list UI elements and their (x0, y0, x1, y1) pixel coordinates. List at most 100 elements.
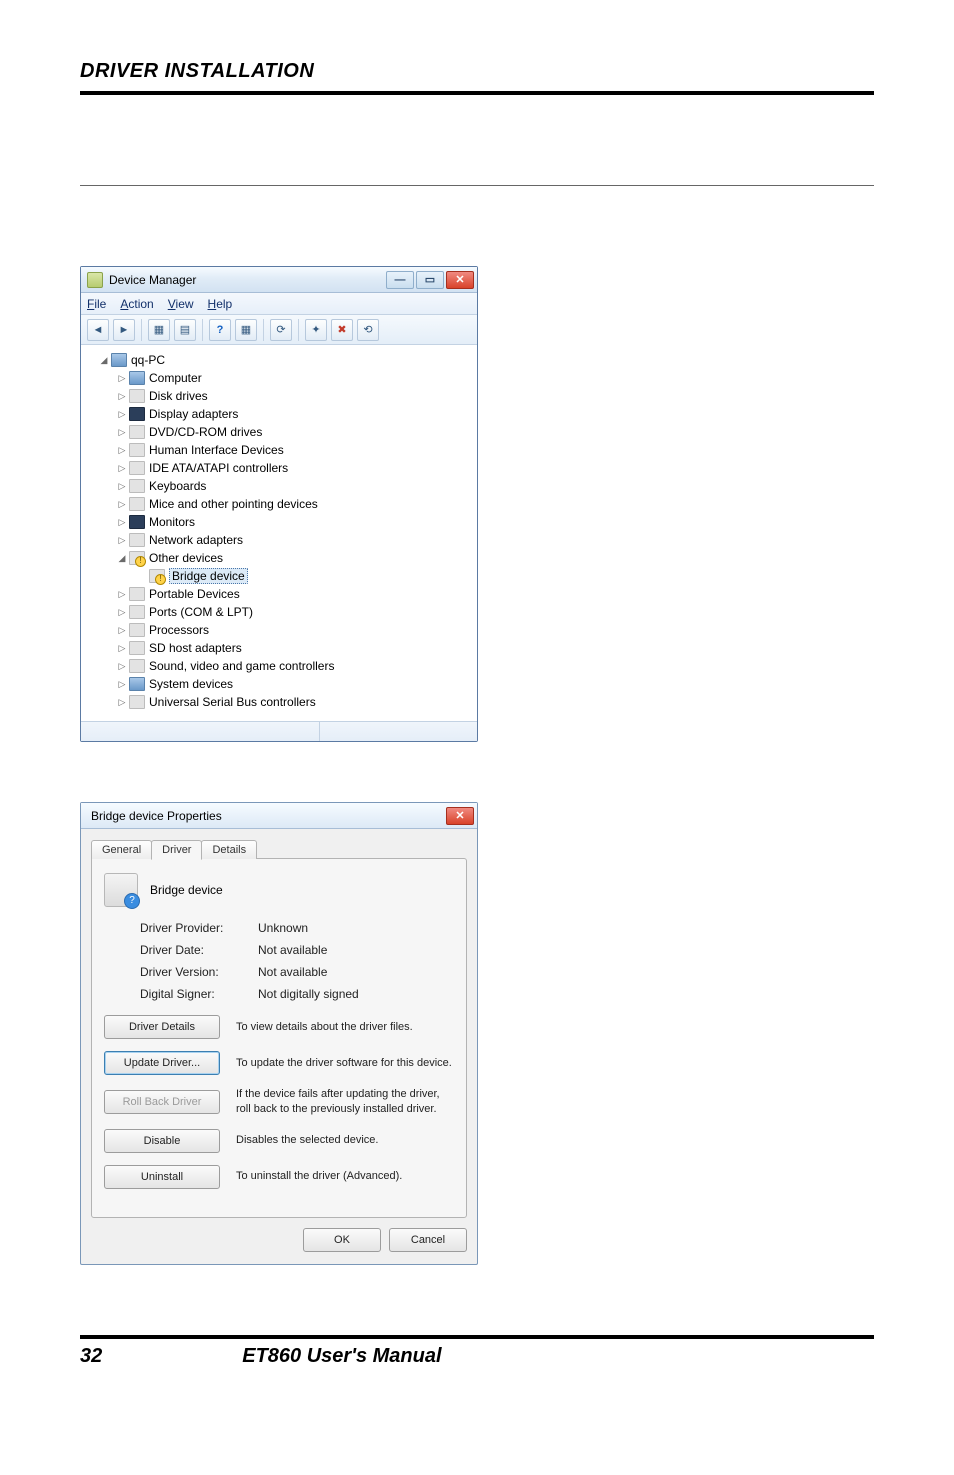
tab-general[interactable]: General (91, 840, 152, 859)
expand-icon[interactable]: ▷ (117, 679, 127, 690)
system-icon (129, 677, 145, 691)
header-rule (80, 91, 874, 95)
maximize-button[interactable]: ▭ (416, 271, 444, 289)
expand-icon[interactable]: ▷ (117, 409, 127, 420)
menu-view[interactable]: View (168, 297, 194, 311)
titlebar: Device Manager — ▭ ✕ (81, 267, 477, 293)
close-button[interactable]: ✕ (446, 271, 474, 289)
expand-icon[interactable]: ▷ (117, 445, 127, 456)
expand-icon[interactable]: ▷ (117, 391, 127, 402)
expand-icon[interactable]: ▷ (117, 373, 127, 384)
signer-label: Digital Signer: (140, 987, 258, 1001)
window-title: Device Manager (109, 273, 386, 287)
date-label: Driver Date: (140, 943, 258, 957)
tab-driver[interactable]: Driver (151, 840, 202, 860)
device-tree[interactable]: ◢ qq-PC ▷Computer ▷Disk drives ▷Display … (81, 345, 477, 721)
tree-node[interactable]: ▷Universal Serial Bus controllers (87, 693, 473, 711)
tree-node[interactable]: ▷IDE ATA/ATAPI controllers (87, 459, 473, 477)
tree-node[interactable]: ▷Portable Devices (87, 585, 473, 603)
expand-icon[interactable]: ▷ (117, 625, 127, 636)
tree-node[interactable]: ▷Sound, video and game controllers (87, 657, 473, 675)
close-button[interactable]: ✕ (446, 807, 474, 825)
hid-icon (129, 443, 145, 457)
disk-icon (129, 389, 145, 403)
expand-icon[interactable]: ▷ (117, 535, 127, 546)
version-label: Driver Version: (140, 965, 258, 979)
tree-node[interactable]: ▷Human Interface Devices (87, 441, 473, 459)
collapse-icon[interactable]: ◢ (117, 553, 127, 564)
tree-node[interactable]: ▷Computer (87, 369, 473, 387)
expand-icon[interactable]: ▷ (117, 607, 127, 618)
device-name: Bridge device (150, 883, 223, 897)
update-button[interactable]: ⟳ (270, 319, 292, 341)
uninstall-button[interactable]: ✦ (305, 319, 327, 341)
provider-label: Driver Provider: (140, 921, 258, 935)
toolbar-divider (141, 319, 142, 341)
processor-icon (129, 623, 145, 637)
show-hidden-button[interactable]: ▦ (148, 319, 170, 341)
tree-node[interactable]: ▷DVD/CD-ROM drives (87, 423, 473, 441)
menu-action[interactable]: Action (120, 297, 153, 311)
app-icon (87, 272, 103, 288)
uninstall-desc: To uninstall the driver (Advanced). (236, 1169, 454, 1184)
display-icon (129, 407, 145, 421)
page-header: DRIVER INSTALLATION (80, 60, 874, 83)
keyboard-icon (129, 479, 145, 493)
tree-node[interactable]: ▷Monitors (87, 513, 473, 531)
other-devices-icon (129, 551, 145, 565)
scan-hardware-button[interactable]: ⟲ (357, 319, 379, 341)
cancel-button[interactable]: Cancel (389, 1228, 467, 1252)
expand-icon[interactable]: ▷ (117, 661, 127, 672)
date-value: Not available (258, 943, 454, 957)
tree-root[interactable]: ◢ qq-PC (87, 351, 473, 369)
toolbar-divider (298, 319, 299, 341)
disable-button[interactable]: ✖ (331, 319, 353, 341)
forward-button[interactable]: ► (113, 319, 135, 341)
expand-icon[interactable]: ▷ (117, 463, 127, 474)
page-footer: 32 ET860 User's Manual (80, 1345, 874, 1368)
tree-node[interactable]: ▷SD host adapters (87, 639, 473, 657)
driver-details-button[interactable]: Driver Details (104, 1015, 220, 1039)
properties-button[interactable]: ▤ (174, 319, 196, 341)
toolbar: ◄ ► ▦ ▤ ? ▦ ⟳ ✦ ✖ ⟲ (81, 315, 477, 345)
back-button[interactable]: ◄ (87, 319, 109, 341)
disable-desc: Disables the selected device. (236, 1133, 454, 1148)
menu-help[interactable]: Help (208, 297, 233, 311)
menu-file[interactable]: File (87, 297, 106, 311)
expand-icon[interactable]: ▷ (117, 643, 127, 654)
tree-node[interactable]: ◢Other devices (87, 549, 473, 567)
statusbar (81, 721, 477, 741)
uninstall-button[interactable]: Uninstall (104, 1165, 220, 1189)
mouse-icon (129, 497, 145, 511)
monitor-icon (129, 515, 145, 529)
help-button[interactable]: ? (209, 319, 231, 341)
tree-child-selected[interactable]: Bridge device (87, 567, 473, 585)
tree-node[interactable]: ▷Disk drives (87, 387, 473, 405)
sound-icon (129, 659, 145, 673)
roll-back-driver-button[interactable]: Roll Back Driver (104, 1090, 220, 1114)
toolbar-divider (263, 319, 264, 341)
expand-icon[interactable]: ▷ (117, 517, 127, 528)
collapse-icon[interactable]: ◢ (99, 355, 109, 366)
scan-button[interactable]: ▦ (235, 319, 257, 341)
tab-details[interactable]: Details (201, 840, 257, 859)
minimize-button[interactable]: — (386, 271, 414, 289)
version-value: Not available (258, 965, 454, 979)
disable-button[interactable]: Disable (104, 1129, 220, 1153)
manual-title: ET860 User's Manual (242, 1345, 441, 1368)
expand-icon[interactable]: ▷ (117, 481, 127, 492)
tree-node[interactable]: ▷Ports (COM & LPT) (87, 603, 473, 621)
expand-icon[interactable]: ▷ (117, 697, 127, 708)
update-driver-desc: To update the driver software for this d… (236, 1056, 454, 1071)
ok-button[interactable]: OK (303, 1228, 381, 1252)
expand-icon[interactable]: ▷ (117, 499, 127, 510)
expand-icon[interactable]: ▷ (117, 427, 127, 438)
expand-icon[interactable]: ▷ (117, 589, 127, 600)
update-driver-button[interactable]: Update Driver... (104, 1051, 220, 1075)
tree-node[interactable]: ▷Keyboards (87, 477, 473, 495)
tree-node[interactable]: ▷Mice and other pointing devices (87, 495, 473, 513)
tree-node[interactable]: ▷Processors (87, 621, 473, 639)
tree-node[interactable]: ▷Display adapters (87, 405, 473, 423)
tree-node[interactable]: ▷Network adapters (87, 531, 473, 549)
tree-node[interactable]: ▷System devices (87, 675, 473, 693)
